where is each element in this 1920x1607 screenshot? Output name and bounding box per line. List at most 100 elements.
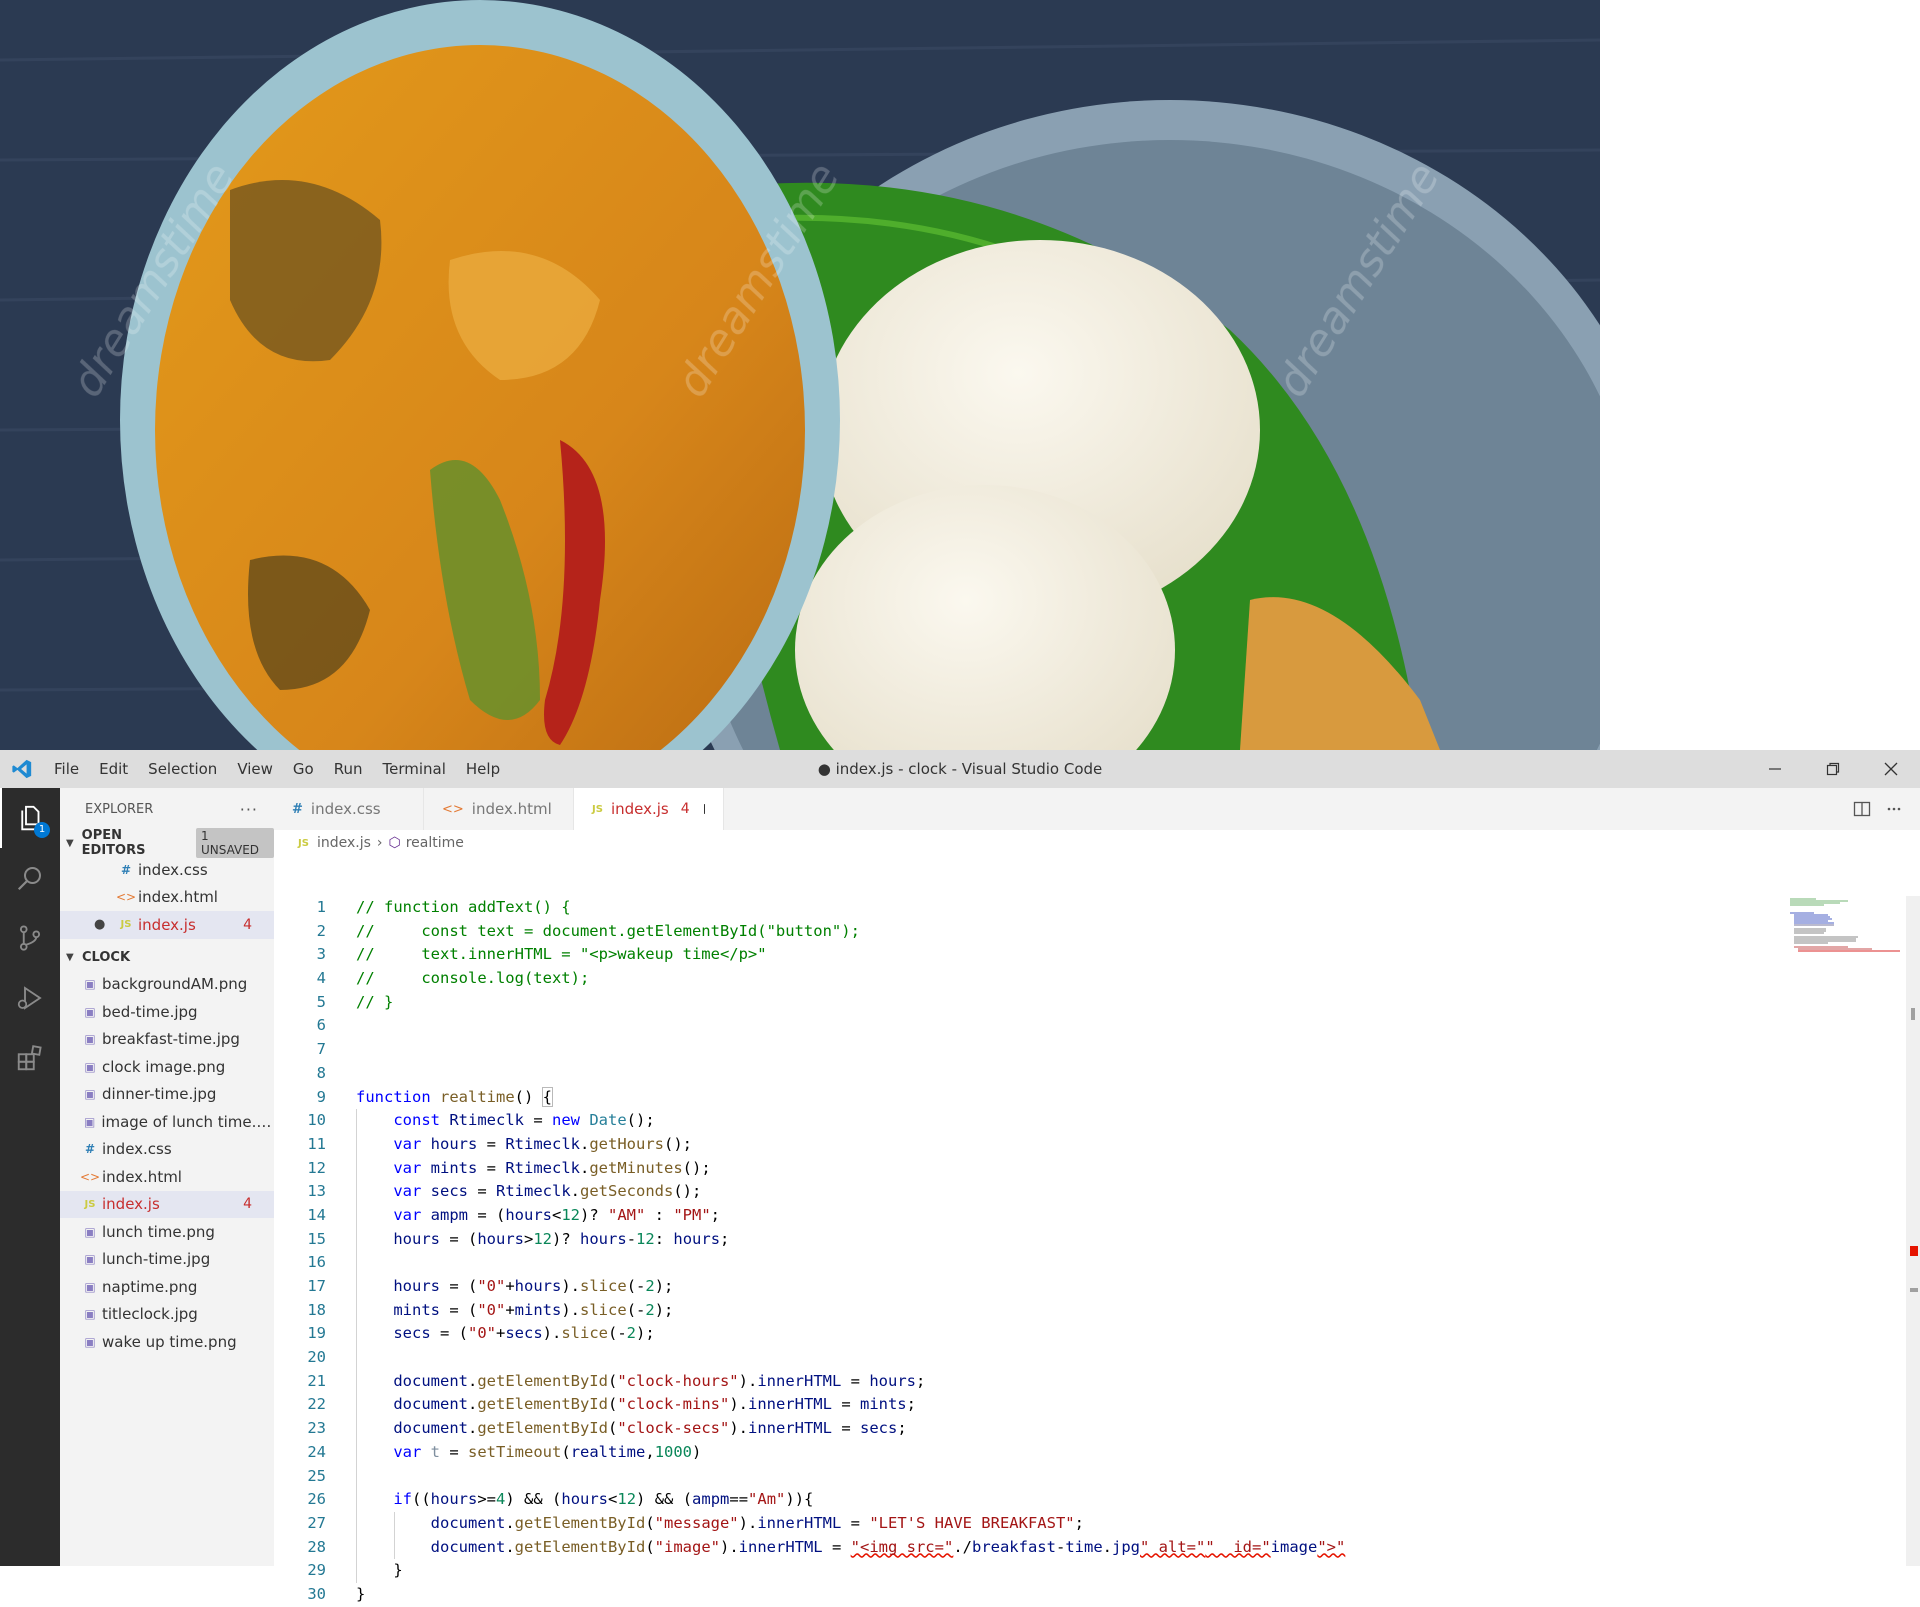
unsaved-dot-icon[interactable]	[703, 804, 705, 814]
code-line[interactable]: 1 // function addText() {	[274, 896, 1774, 920]
menu-file[interactable]: File	[44, 750, 89, 788]
file-item[interactable]: ▣ dinner-time.jpg	[60, 1081, 274, 1109]
code-line[interactable]: 29 }	[274, 1559, 1774, 1583]
explorer-more-button[interactable]: ···	[240, 800, 258, 819]
file-name: lunch time.png	[102, 1222, 215, 1241]
css-file-icon: #	[84, 1142, 96, 1157]
close-button[interactable]	[1862, 750, 1920, 788]
minimize-button[interactable]	[1746, 750, 1804, 788]
file-item[interactable]: <> index.html	[60, 1163, 274, 1191]
file-item[interactable]: ▣ bed-time.jpg	[60, 998, 274, 1026]
image-file-icon: ▣	[84, 1307, 96, 1322]
code-line[interactable]: 16	[274, 1251, 1774, 1275]
file-item[interactable]: # index.css	[60, 1136, 274, 1164]
code-text: var t = setTimeout(realtime,1000)	[326, 1440, 701, 1465]
open-editor-item[interactable]: ● JS index.js 4	[60, 911, 274, 939]
code-line[interactable]: 14 var ampm = (hours<12)? "AM" : "PM";	[274, 1203, 1774, 1228]
tab-index-css[interactable]: # index.css	[274, 788, 424, 830]
file-item[interactable]: ▣ naptime.png	[60, 1273, 274, 1301]
code-line[interactable]: 20	[274, 1346, 1774, 1370]
code-line[interactable]: 27 document.getElementById("message").in…	[274, 1511, 1774, 1536]
code-line[interactable]: 21 document.getElementById("clock-hours"…	[274, 1369, 1774, 1394]
vertical-scrollbar[interactable]	[1906, 896, 1920, 1566]
indent-guide	[356, 1227, 357, 1252]
code-line[interactable]: 4 // console.log(text);	[274, 967, 1774, 991]
file-item[interactable]: JS index.js 4	[60, 1190, 274, 1218]
activity-search[interactable]	[0, 848, 60, 908]
code-text: hours = ("0"+hours).slice(-2);	[326, 1275, 673, 1299]
code-line[interactable]: 15 hours = (hours>12)? hours-12: hours;	[274, 1227, 1774, 1252]
activity-source-control[interactable]	[0, 908, 60, 968]
breadcrumb-symbol[interactable]: realtime	[406, 835, 464, 851]
code-line[interactable]: 24 var t = setTimeout(realtime,1000)	[274, 1440, 1774, 1465]
code-line[interactable]: 6	[274, 1014, 1774, 1038]
file-item[interactable]: ▣ clock image.png	[60, 1053, 274, 1081]
breadcrumb-file[interactable]: index.js	[317, 835, 371, 851]
code-line[interactable]: 19 secs = ("0"+secs).slice(-2);	[274, 1322, 1774, 1347]
indent-guide	[356, 1156, 357, 1181]
menu-terminal[interactable]: Terminal	[373, 750, 456, 788]
line-number: 28	[307, 1537, 326, 1556]
menu-run[interactable]: Run	[324, 750, 373, 788]
unsaved-dot-icon[interactable]: ●	[94, 917, 116, 932]
extensions-icon	[17, 1045, 42, 1071]
more-icon	[1887, 807, 1901, 811]
file-item[interactable]: ▣ lunch-time.jpg	[60, 1246, 274, 1274]
code-line[interactable]: 26 if((hours>=4) && (hours<12) && (ampm=…	[274, 1488, 1774, 1512]
code-line[interactable]: 22 document.getElementById("clock-mins")…	[274, 1393, 1774, 1418]
menu-selection[interactable]: Selection	[138, 750, 227, 788]
code-line[interactable]: 9 function realtime() {	[274, 1086, 1774, 1110]
indent-guide	[356, 1346, 357, 1370]
code-text: // console.log(text);	[356, 969, 590, 988]
file-item[interactable]: ▣ wake up time.png	[60, 1328, 274, 1356]
menu-view[interactable]: View	[227, 750, 283, 788]
split-editor-button[interactable]	[1846, 788, 1878, 830]
menu-help[interactable]: Help	[456, 750, 510, 788]
file-item[interactable]: ▣ titleclock.jpg	[60, 1301, 274, 1329]
code-line[interactable]: 3 // text.innerHTML = "<p>wakeup time</p>…	[274, 943, 1774, 967]
code-line[interactable]: 25	[274, 1464, 1774, 1489]
activity-explorer[interactable]: 1	[0, 788, 60, 848]
restore-button[interactable]	[1804, 750, 1862, 788]
code-line[interactable]: 18 mints = ("0"+mints).slice(-2);	[274, 1298, 1774, 1323]
file-item[interactable]: ▣ image of lunch time.p...	[60, 1108, 274, 1136]
code-line[interactable]: 2 // const text = document.getElementById…	[274, 920, 1774, 944]
code-text	[326, 1464, 357, 1489]
tab-index-js[interactable]: JS index.js 4	[574, 788, 724, 830]
code-line[interactable]: 11 var hours = Rtimeclk.getHours();	[274, 1132, 1774, 1157]
file-name: dinner-time.jpg	[102, 1085, 217, 1104]
more-actions-button[interactable]	[1878, 788, 1910, 830]
code-line[interactable]: 30}	[274, 1583, 1774, 1607]
file-item[interactable]: ▣ lunch time.png	[60, 1218, 274, 1246]
file-item[interactable]: ▣ breakfast-time.jpg	[60, 1026, 274, 1054]
js-file-icon: JS	[592, 803, 603, 815]
code-line[interactable]: 7	[274, 1038, 1774, 1062]
folder-header[interactable]: ▼ CLOCK	[60, 945, 274, 971]
code-line[interactable]: 5 // }	[274, 991, 1774, 1015]
tab-index-html[interactable]: <> index.html	[424, 788, 574, 830]
code-line[interactable]: 17 hours = ("0"+hours).slice(-2);	[274, 1275, 1774, 1299]
code-line[interactable]: 8	[274, 1062, 1774, 1086]
line-number: 30	[307, 1584, 326, 1603]
open-editor-item[interactable]: <> index.html	[60, 884, 274, 912]
menu-go[interactable]: Go	[283, 750, 324, 788]
open-editors-header[interactable]: ▼ OPEN EDITORS 1 UNSAVED	[60, 828, 274, 858]
html-file-icon: <>	[80, 1169, 101, 1184]
code-line[interactable]: 10 const Rtimeclk = new Date();	[274, 1109, 1774, 1133]
file-item[interactable]: ▣ backgroundAM.png	[60, 971, 274, 999]
minimap[interactable]	[1788, 896, 1900, 956]
code-line[interactable]: 23 document.getElementById("clock-secs")…	[274, 1417, 1774, 1441]
menu-edit[interactable]: Edit	[89, 750, 138, 788]
code-line[interactable]: 13 var secs = Rtimeclk.getSeconds();	[274, 1180, 1774, 1204]
line-number: 5	[316, 992, 326, 1011]
activity-run-debug[interactable]	[0, 968, 60, 1028]
indent-guide	[356, 1488, 357, 1512]
open-editor-item[interactable]: # index.css	[60, 856, 274, 884]
code-editor[interactable]: 1 // function addText() {2 // const text =…	[274, 896, 1774, 1603]
tab-label: index.css	[310, 800, 381, 818]
code-line[interactable]: 12 var mints = Rtimeclk.getMinutes();	[274, 1156, 1774, 1181]
code-line[interactable]: 28 document.getElementById("image").inne…	[274, 1535, 1774, 1560]
activity-extensions[interactable]	[0, 1028, 60, 1088]
